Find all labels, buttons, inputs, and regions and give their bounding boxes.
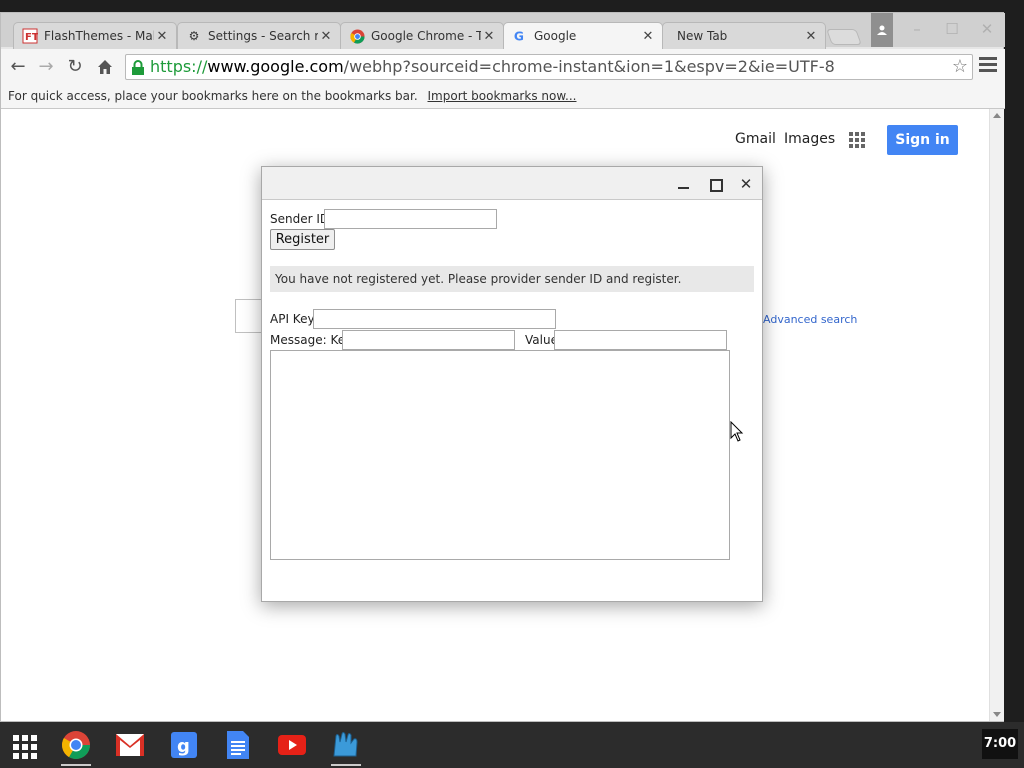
flashthemes-icon: FT — [22, 28, 38, 44]
system-clock[interactable]: 7:00 — [982, 729, 1018, 759]
active-indicator — [61, 764, 91, 766]
advanced-search-link[interactable]: Advanced search — [763, 313, 857, 326]
star-icon[interactable]: ☆ — [952, 55, 968, 79]
mouse-cursor-icon — [730, 420, 744, 447]
tab-google-chrome[interactable]: Google Chrome - Th ✕ — [340, 22, 504, 49]
new-tab-button[interactable] — [826, 29, 862, 45]
tab-title: Settings - Search res — [208, 29, 318, 43]
app-launcher-icon[interactable] — [8, 730, 37, 759]
tab-settings[interactable]: ⚙ Settings - Search res ✕ — [177, 22, 341, 49]
forward-arrow-icon[interactable]: → — [34, 55, 58, 79]
close-window-icon[interactable]: ✕ — [976, 19, 998, 39]
profile-icon[interactable] — [871, 13, 893, 47]
app-icon[interactable] — [329, 728, 363, 762]
api-key-label: API Key: — [270, 312, 318, 326]
message-value-input[interactable] — [554, 330, 727, 350]
url-host: www.google.com — [207, 57, 344, 76]
lock-icon — [131, 59, 145, 75]
active-indicator — [331, 764, 361, 766]
gcm-client-dialog: ✕ Sender ID: Register You have not regis… — [261, 166, 763, 602]
message-textarea[interactable] — [270, 350, 730, 560]
address-bar[interactable]: https://www.google.com/webhp?sourceid=ch… — [125, 54, 973, 80]
api-key-input[interactable] — [313, 309, 556, 329]
apps-grid-icon[interactable] — [849, 132, 865, 148]
maximize-icon[interactable] — [705, 174, 725, 194]
url-path: /webhp?sourceid=chrome-instant&ion=1&esp… — [343, 57, 835, 76]
google-g-icon: G — [512, 28, 528, 44]
message-key-input[interactable] — [342, 330, 515, 350]
register-button[interactable]: Register — [270, 229, 335, 250]
tab-title: New Tab — [677, 29, 728, 43]
close-icon[interactable]: ✕ — [318, 29, 334, 44]
value-label: Value — [525, 333, 558, 347]
tab-title: Google — [534, 29, 577, 43]
svg-text:FT: FT — [25, 32, 38, 43]
taskbar: g 7:00 — [0, 722, 1024, 768]
scroll-down-icon[interactable] — [993, 712, 1001, 717]
maximize-icon[interactable]: ☐ — [941, 19, 963, 39]
bookmarks-message: For quick access, place your bookmarks h… — [8, 89, 418, 103]
gmail-link[interactable]: Gmail — [735, 131, 776, 147]
browser-toolbar: ← → ↻ https://www.google.com/webhp?sourc… — [1, 49, 1005, 85]
url-scheme: https:// — [150, 57, 208, 76]
scroll-up-icon[interactable] — [993, 113, 1001, 118]
google-search-icon[interactable]: g — [167, 728, 201, 762]
sender-id-input[interactable] — [324, 209, 497, 229]
tab-title: FlashThemes - Make — [44, 29, 154, 43]
tab-google[interactable]: G Google ✕ — [503, 22, 663, 49]
bookmarks-bar: For quick access, place your bookmarks h… — [1, 85, 1005, 109]
desktop: FT FlashThemes - Make ✕ ⚙ Settings - Sea… — [0, 0, 1024, 768]
close-icon[interactable]: ✕ — [640, 29, 656, 44]
minimize-icon[interactable]: – — [906, 19, 928, 39]
home-icon[interactable] — [93, 55, 117, 79]
page-scrollbar[interactable] — [989, 109, 1004, 721]
svg-text:g: g — [177, 736, 190, 757]
close-icon[interactable]: ✕ — [481, 29, 497, 44]
dialog-titlebar[interactable]: ✕ — [262, 167, 762, 200]
gear-icon: ⚙ — [188, 29, 200, 43]
docs-icon[interactable] — [221, 728, 255, 762]
chrome-icon[interactable] — [59, 728, 93, 762]
tab-new-tab[interactable]: New Tab ✕ — [662, 22, 826, 49]
svg-text:G: G — [514, 29, 524, 43]
close-icon[interactable]: ✕ — [736, 174, 756, 194]
youtube-icon[interactable] — [275, 728, 309, 762]
tab-title: Google Chrome - Th — [371, 29, 481, 43]
minimize-icon[interactable] — [674, 174, 694, 194]
sign-in-button[interactable]: Sign in — [887, 125, 958, 155]
tab-strip: FT FlashThemes - Make ✕ ⚙ Settings - Sea… — [1, 13, 1005, 49]
status-message: You have not registered yet. Please prov… — [270, 266, 754, 292]
message-key-label: Message: Key — [270, 333, 353, 347]
images-link[interactable]: Images — [784, 131, 835, 147]
menu-icon[interactable] — [979, 57, 997, 75]
tab-flashthemes[interactable]: FT FlashThemes - Make ✕ — [13, 22, 177, 49]
back-arrow-icon[interactable]: ← — [6, 55, 30, 79]
gmail-icon[interactable] — [113, 728, 147, 762]
reload-icon[interactable]: ↻ — [63, 55, 87, 79]
close-icon[interactable]: ✕ — [154, 29, 170, 44]
import-bookmarks-link[interactable]: Import bookmarks now... — [428, 89, 577, 103]
close-icon[interactable]: ✕ — [803, 29, 819, 44]
chrome-icon — [349, 28, 365, 44]
